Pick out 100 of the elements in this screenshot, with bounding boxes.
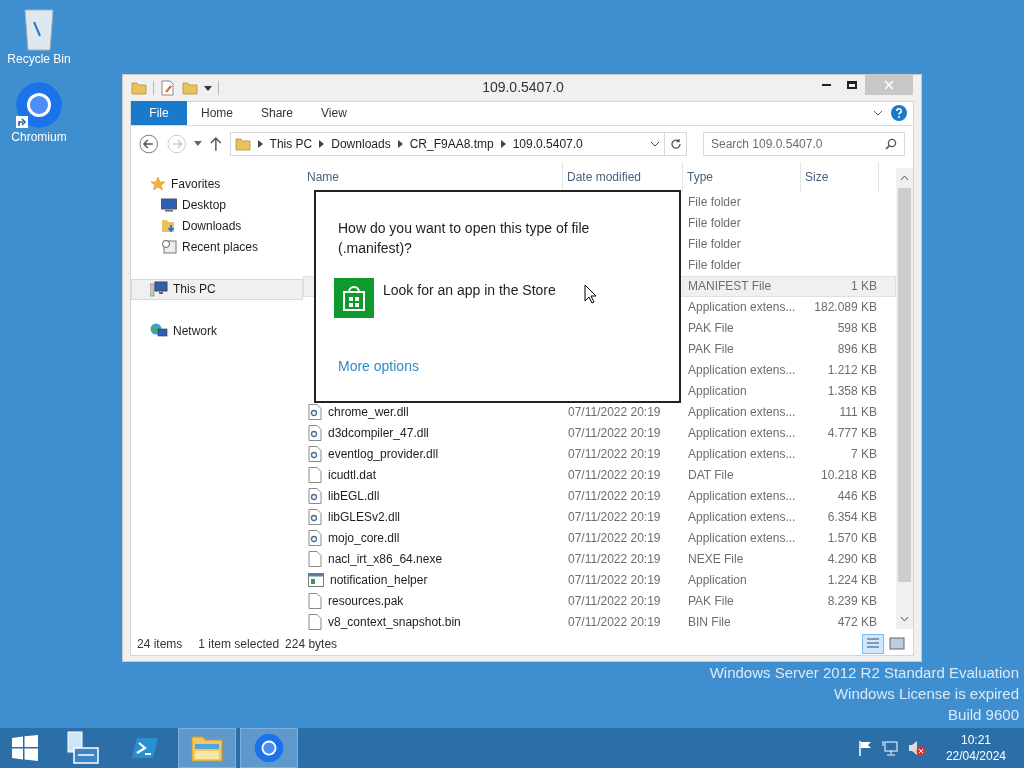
recycle-bin-icon[interactable]	[22, 6, 56, 52]
column-header[interactable]: Type	[683, 161, 801, 192]
network-icon	[150, 323, 168, 340]
dropdown-icon[interactable]	[194, 140, 202, 147]
details-view-icon[interactable]	[862, 633, 884, 654]
download-folder-icon	[161, 218, 177, 235]
file-name: v8_context_snapshot.bin	[328, 614, 461, 632]
chromium-icon	[15, 81, 63, 129]
file-type: Application extens...	[688, 447, 796, 462]
file-size: 598 KB	[837, 321, 877, 336]
file-type: Application	[688, 384, 747, 399]
file-size: 8.239 KB	[827, 594, 877, 609]
file-icon	[308, 467, 322, 484]
nav-item[interactable]: This PC	[131, 278, 303, 300]
file-row[interactable]: d3dcompiler_47.dll 07/11/2022 20:19 Application extens... 4.777 KB	[303, 422, 896, 444]
file-name: d3dcompiler_47.dll	[328, 425, 429, 443]
file-size: 10.218 KB	[820, 468, 877, 483]
address-bar[interactable]: This PC Downloads CR_F9AA8.tmp 109.0.5407.0	[229, 131, 666, 156]
desktop-notice-text: Build 9600	[948, 705, 1019, 725]
breadcrumb[interactable]: CR_F9AA8.tmp	[409, 134, 494, 153]
file-date: 07/11/2022 20:19	[568, 405, 661, 420]
chevron-icon[interactable]	[397, 139, 403, 148]
properties-icon[interactable]	[160, 79, 176, 96]
cursor-icon	[584, 284, 597, 304]
file-type: Application	[688, 573, 747, 588]
settings-file-icon	[308, 425, 322, 442]
file-name: icudtl.dat	[328, 467, 377, 485]
file-row[interactable]: icudtl.dat 07/11/2022 20:19 DAT File 10.218 KB	[303, 464, 896, 486]
network-icon[interactable]	[881, 740, 898, 756]
nav-item[interactable]: Desktop	[131, 194, 303, 216]
file-size: 1.224 KB	[827, 573, 877, 588]
file-name: resources.pak	[328, 593, 404, 611]
flag-icon[interactable]	[857, 740, 872, 756]
file-row[interactable]: chrome_wer.dll 07/11/2022 20:19 Application extens... 111 KB	[303, 401, 896, 423]
file-type: MANIFEST File	[688, 279, 772, 294]
file-size: 4.777 KB	[827, 426, 877, 441]
breadcrumb[interactable]: Downloads	[331, 134, 391, 153]
file-row[interactable]: libGLESv2.dll 07/11/2022 20:19 Application extens... 6.354 KB	[303, 506, 896, 528]
file-row[interactable]: v8_context_snapshot.bin 07/11/2022 20:19 BIN File 472 KB	[303, 611, 896, 633]
file-row[interactable]: nacl_irt_x86_64.nexe 07/11/2022 20:19 NEXE File 4.290 KB	[303, 548, 896, 570]
dropdown-icon[interactable]	[204, 83, 212, 92]
ribbon-tab[interactable]: Share	[247, 100, 308, 125]
windows-logo-icon	[12, 735, 38, 761]
file-type: BIN File	[688, 615, 731, 630]
file-type: Application extens...	[688, 363, 796, 378]
help-icon[interactable]	[891, 104, 907, 121]
nav-item[interactable]: Downloads	[131, 215, 303, 237]
breadcrumb[interactable]: 109.0.5407.0	[512, 134, 583, 153]
nav-item[interactable]: Favorites	[131, 173, 303, 195]
folder-icon	[234, 135, 251, 152]
computer-icon	[150, 281, 168, 298]
file-date: 07/11/2022 20:19	[568, 489, 661, 504]
selection-size: 224 bytes	[285, 635, 338, 653]
file-row[interactable]: mojo_core.dll 07/11/2022 20:19 Application extens... 1.570 KB	[303, 527, 896, 549]
file-date: 07/11/2022 20:19	[568, 615, 661, 630]
column-header[interactable]: Size	[801, 161, 879, 192]
settings-file-icon	[308, 509, 322, 526]
chevron-icon[interactable]	[500, 139, 506, 148]
store-option[interactable]: Look for an app in the Store	[334, 277, 657, 318]
breadcrumb[interactable]: This PC	[269, 134, 313, 153]
powershell-icon	[131, 736, 159, 760]
file-date: 07/11/2022 20:19	[568, 531, 661, 546]
window-title: 109.0.5407.0	[481, 78, 565, 98]
search-field[interactable]: Search 109.0.5407.0	[703, 131, 905, 156]
file-name: eventlog_provider.dll	[328, 446, 439, 464]
clock-date[interactable]: 22/04/2024	[945, 748, 1006, 764]
file-size: 1.212 KB	[827, 363, 877, 378]
shortcut-arrow-icon	[16, 116, 28, 128]
file-icon	[308, 593, 322, 610]
ribbon-tab[interactable]: Home	[187, 100, 247, 125]
settings-file-icon	[308, 488, 322, 505]
folder-icon	[131, 79, 147, 96]
back-icon[interactable]	[139, 133, 159, 154]
expand-ribbon-icon[interactable]	[873, 108, 883, 117]
file-row[interactable]: libEGL.dll 07/11/2022 20:19 Application extens... 446 KB	[303, 485, 896, 507]
nav-item[interactable]: Recent places	[131, 236, 303, 258]
file-row[interactable]: resources.pak 07/11/2022 20:19 PAK File 8.239 KB	[303, 590, 896, 612]
chevron-icon[interactable]	[319, 139, 325, 148]
file-size: 1 KB	[851, 279, 877, 294]
file-size: 1.358 KB	[827, 384, 877, 399]
muted-speaker-icon[interactable]	[907, 740, 926, 756]
file-row[interactable]: eventlog_provider.dll 07/11/2022 20:19 Application extens... 7 KB	[303, 443, 896, 465]
desktop-notice-text: Windows License is expired	[833, 684, 1019, 704]
up-arrow-icon[interactable]	[209, 136, 222, 151]
file-size: 182.089 KB	[814, 300, 877, 315]
refresh-button[interactable]	[665, 131, 687, 156]
ribbon-tab[interactable]: File	[131, 100, 187, 125]
ribbon-tab[interactable]: View	[307, 100, 361, 125]
dropdown-icon[interactable]	[650, 139, 661, 148]
more-options-link[interactable]: More options	[338, 355, 657, 377]
clock-time[interactable]: 10:21	[960, 732, 991, 748]
file-row[interactable]: notification_helper 07/11/2022 20:19 Application 1.224 KB	[303, 569, 896, 591]
file-icon	[308, 614, 322, 631]
dialog-question: How do you want to open this type of file (.manifest)?	[338, 218, 591, 258]
chevron-icon[interactable]	[257, 139, 263, 148]
nav-item[interactable]: Network	[131, 320, 303, 342]
file-type: Application extens...	[688, 531, 796, 546]
settings-file-icon	[308, 446, 322, 463]
scrollbar[interactable]	[896, 167, 913, 629]
taskbar-button[interactable]	[240, 728, 298, 768]
